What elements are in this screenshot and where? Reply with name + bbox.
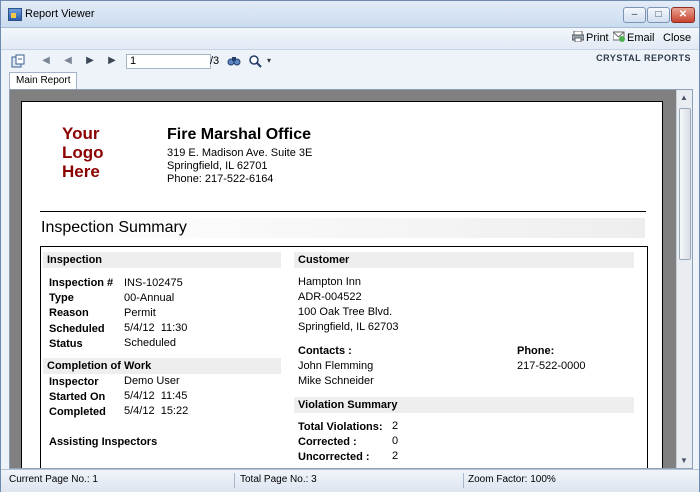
summary-title: Inspection Summary — [41, 218, 645, 238]
close-window-button[interactable]: ✕ — [671, 7, 695, 23]
inspection-details-box: Inspection Inspection # INS-102475 Type … — [40, 246, 648, 468]
customer-line: Hampton Inn — [298, 276, 361, 288]
zoom-icon[interactable] — [248, 54, 262, 68]
window-title: Report Viewer — [25, 8, 95, 20]
vertical-scrollbar[interactable]: ▲ ▼ — [676, 90, 692, 468]
report-page: Your Logo Here Fire Marshal Office 319 E… — [21, 101, 663, 468]
status-divider — [234, 473, 235, 488]
contact-phone: 217-522-0000 — [517, 360, 586, 372]
tab-main-report[interactable]: Main Report — [9, 72, 78, 89]
printer-icon — [571, 30, 585, 43]
logo-placeholder: Your Logo Here — [62, 124, 104, 181]
logo-line: Here — [62, 162, 100, 181]
customer-line: ADR-004522 — [298, 291, 362, 303]
address-line: Springfield, IL 62701 — [167, 160, 268, 172]
page-total-label: /3 — [210, 55, 220, 67]
toolbar: ◀​ ◀ ▶ ▶ ▾ — [1, 50, 699, 72]
violation-label: Total Violations: — [298, 421, 383, 433]
logo-line: Logo — [62, 143, 104, 162]
assisting-inspectors-label: Assisting Inspectors — [49, 436, 158, 448]
customer-line: 100 Oak Tree Blvd. — [298, 306, 393, 318]
zoom-dropdown-icon[interactable]: ▾ — [262, 54, 276, 68]
violation-value: 2 — [392, 450, 399, 462]
email-icon — [612, 31, 625, 42]
completion-heading: Completion of Work — [43, 358, 281, 374]
field-value: 5/4/12 11:30 — [124, 322, 188, 334]
maximize-button[interactable]: □ — [647, 7, 670, 23]
field-value: Permit — [124, 307, 156, 319]
field-label: Scheduled — [49, 323, 105, 335]
field-label: Status — [49, 338, 83, 350]
scroll-down-icon[interactable]: ▼ — [680, 456, 688, 465]
minimize-button[interactable]: – — [623, 7, 646, 23]
status-divider — [463, 473, 464, 488]
address-line: 319 E. Madison Ave. Suite 3E — [167, 147, 313, 159]
violation-heading: Violation Summary — [294, 397, 634, 413]
customer-heading: Customer — [294, 252, 634, 268]
inspection-heading: Inspection — [43, 252, 281, 268]
field-label: Inspector — [49, 376, 99, 388]
field-value: 5/4/12 11:45 — [124, 390, 188, 402]
field-value: Scheduled — [124, 337, 176, 349]
export-icon[interactable] — [11, 54, 25, 68]
next-page-icon[interactable]: ▶ — [83, 54, 97, 68]
field-label: Inspection # — [49, 277, 114, 289]
scroll-up-icon[interactable]: ▲ — [680, 93, 688, 102]
print-menu-item[interactable]: Print — [586, 32, 609, 44]
violation-value: 2 — [392, 420, 399, 432]
title-bar: Report Viewer – □ ✕ — [1, 1, 699, 28]
report-viewer-window: Report Viewer – □ ✕ Print Email Close ◀​… — [0, 0, 700, 492]
zoom-status: Zoom Factor: 100% — [468, 474, 556, 485]
close-menu-item[interactable]: Close — [663, 32, 691, 44]
page-number-input[interactable]: 1 — [126, 54, 211, 69]
menu-bar: Print Email Close — [1, 28, 699, 50]
violation-label: Uncorrected : — [298, 451, 370, 463]
header-divider — [40, 211, 646, 212]
scrollbar-thumb[interactable] — [679, 108, 691, 260]
contacts-label: Contacts : — [298, 345, 352, 357]
field-label: Reason — [49, 307, 89, 319]
last-page-icon[interactable]: ▶ — [105, 54, 119, 68]
field-label: Completed — [49, 406, 106, 418]
crystal-reports-logo: CRYSTAL REPORTS — [596, 53, 691, 63]
logo-line: Your — [62, 124, 100, 143]
phone-label: Phone: — [517, 345, 555, 357]
office-name: Fire Marshal Office — [167, 126, 312, 143]
violation-value: 0 — [392, 435, 399, 447]
field-label: Type — [49, 292, 74, 304]
field-label: Started On — [49, 391, 106, 403]
total-page-status: Total Page No.: 3 — [240, 474, 317, 485]
contact-name: John Flemming — [298, 360, 374, 372]
field-value: 5/4/12 15:22 — [124, 405, 189, 417]
status-bar: Current Page No.: 1 Total Page No.: 3 Zo… — [1, 469, 699, 492]
first-page-icon[interactable]: ◀​ — [39, 54, 53, 68]
find-text-icon[interactable] — [227, 54, 241, 68]
field-value: INS-102475 — [124, 277, 183, 289]
previous-page-icon[interactable]: ◀ — [61, 54, 75, 68]
tab-strip: Main Report — [1, 72, 699, 89]
field-value: 00-Annual — [124, 292, 175, 304]
email-menu-item[interactable]: Email — [627, 32, 655, 44]
report-viewport[interactable]: Your Logo Here Fire Marshal Office 319 E… — [9, 89, 693, 469]
customer-line: Springfield, IL 62703 — [298, 321, 399, 333]
violation-label: Corrected : — [298, 436, 357, 448]
office-phone: Phone: 217-522-6164 — [167, 173, 274, 185]
current-page-status: Current Page No.: 1 — [9, 474, 98, 485]
contact-name: Mike Schneider — [298, 375, 374, 387]
field-value: Demo User — [124, 375, 180, 387]
app-icon — [8, 8, 22, 21]
